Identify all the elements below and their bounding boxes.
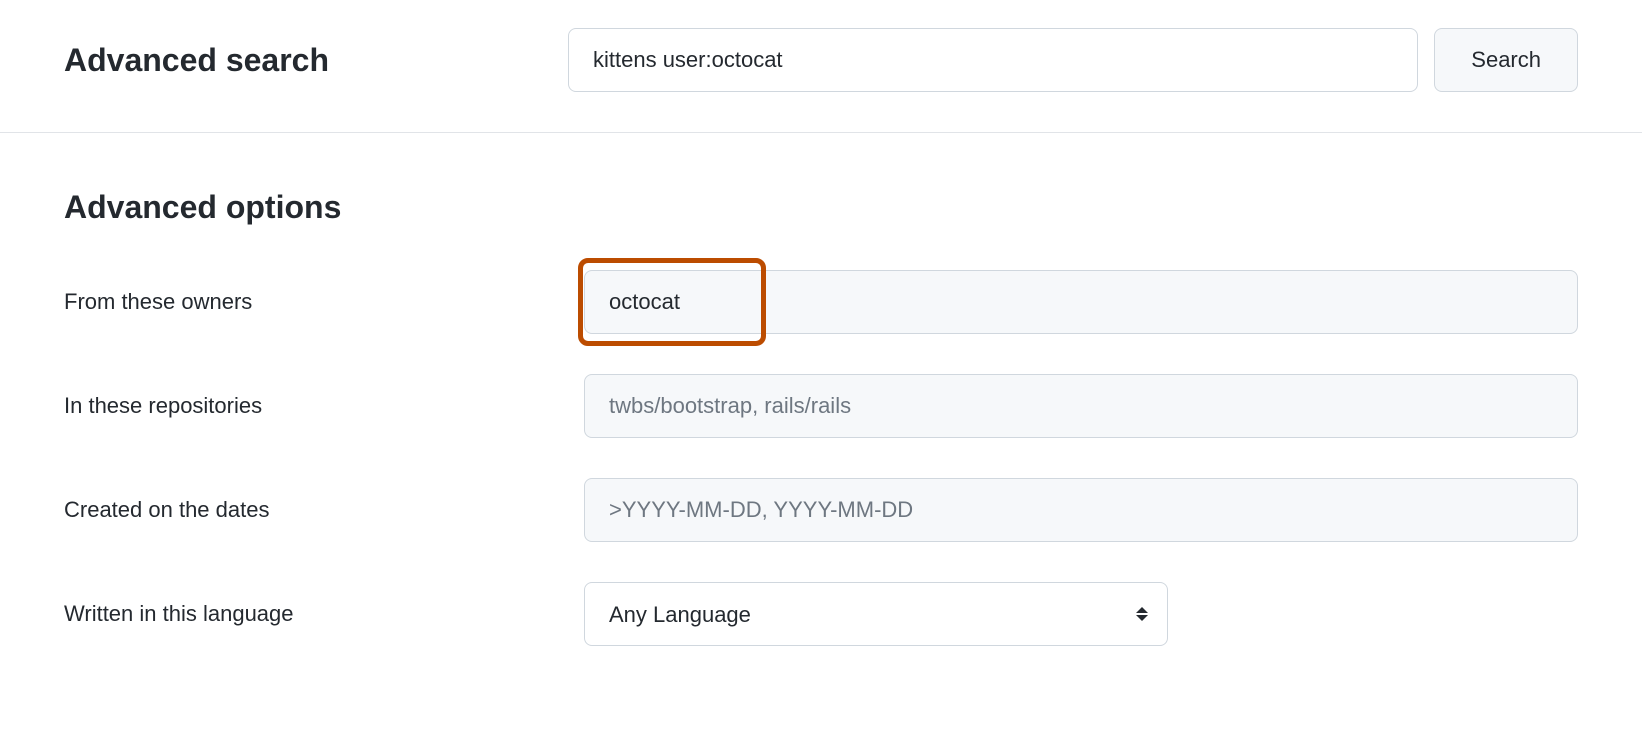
label-repositories: In these repositories (64, 393, 584, 419)
row-created: Created on the dates (64, 478, 1578, 542)
header-bar: Advanced search Search (0, 0, 1642, 133)
search-button[interactable]: Search (1434, 28, 1578, 92)
search-row: Search (568, 28, 1578, 92)
advanced-options-section: Advanced options From these owners In th… (0, 133, 1642, 726)
page-title: Advanced search (64, 42, 544, 79)
section-title: Advanced options (64, 189, 1578, 226)
repositories-input[interactable] (584, 374, 1578, 438)
search-input[interactable] (568, 28, 1418, 92)
label-created: Created on the dates (64, 497, 584, 523)
created-input[interactable] (584, 478, 1578, 542)
row-language: Written in this language Any Language (64, 582, 1578, 646)
owners-input[interactable] (584, 270, 1578, 334)
label-owners: From these owners (64, 289, 584, 315)
label-language: Written in this language (64, 601, 584, 627)
language-select[interactable]: Any Language (584, 582, 1168, 646)
row-owners: From these owners (64, 270, 1578, 334)
row-repositories: In these repositories (64, 374, 1578, 438)
